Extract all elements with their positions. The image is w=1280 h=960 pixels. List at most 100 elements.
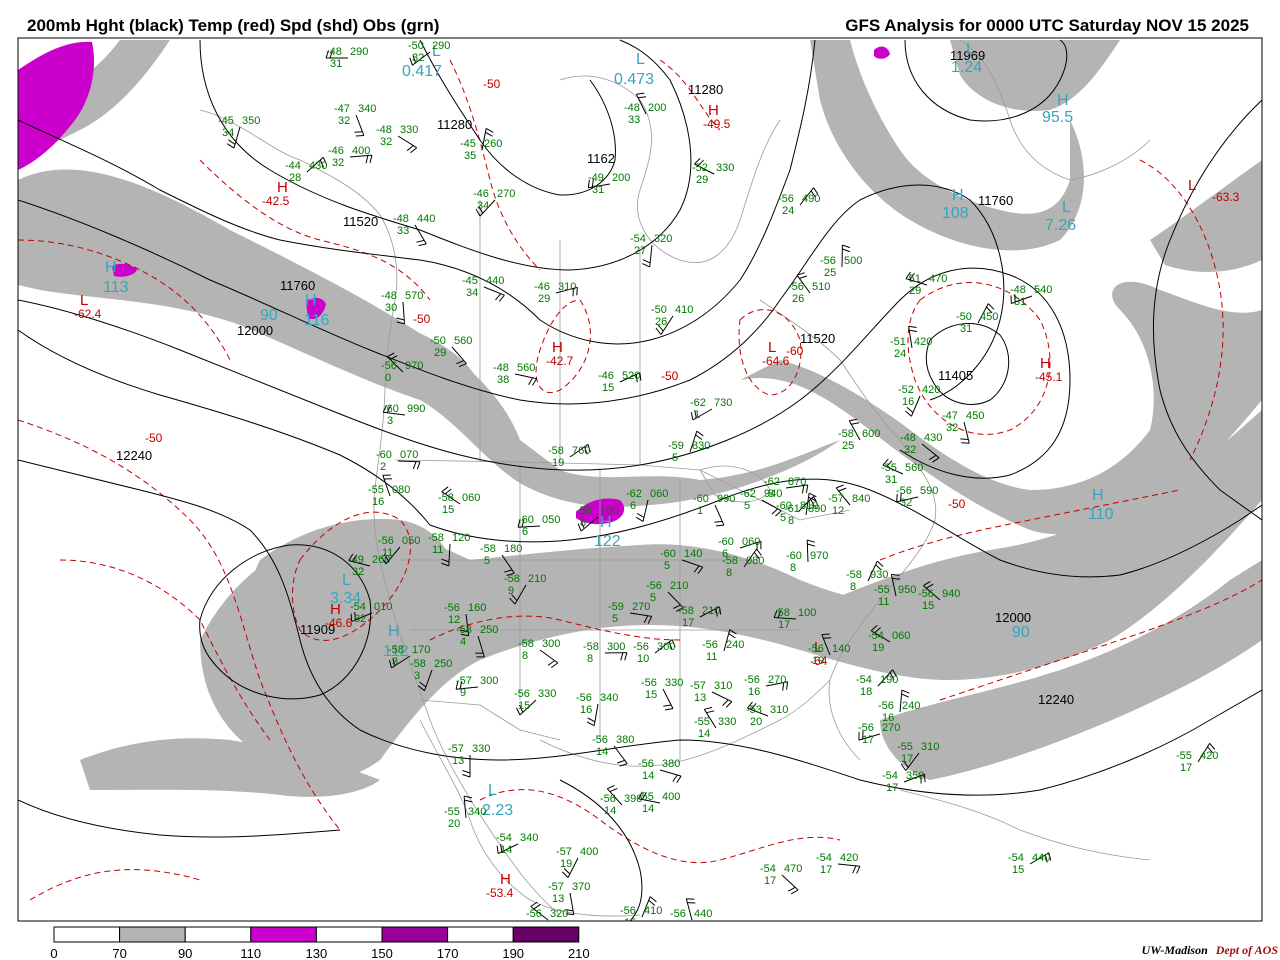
obs-height: 080	[746, 555, 764, 567]
obs-temperature: -48	[493, 362, 509, 374]
credit-department: Dept of AOS	[1215, 943, 1278, 957]
temp-center-value: -63.3	[1212, 190, 1240, 204]
obs-dewpoint-depression: 26	[792, 293, 804, 305]
obs-height: 370	[572, 881, 590, 893]
speed-center-letter: L	[1062, 199, 1071, 216]
obs-temperature: -50	[651, 304, 667, 316]
colorbar-tick-label: 70	[112, 946, 126, 960]
height-label: 12000	[995, 610, 1031, 625]
obs-height: 560	[517, 362, 535, 374]
obs-temperature: -48	[624, 102, 640, 114]
obs-height: 340	[600, 692, 618, 704]
speed-center-letter: H	[105, 259, 117, 276]
obs-temperature: -56	[744, 674, 760, 686]
obs-height: 060	[462, 492, 480, 504]
obs-dewpoint-depression: 2	[380, 461, 386, 473]
obs-temperature: -48	[381, 290, 397, 302]
obs-height: 450	[966, 410, 984, 422]
obs-height: 250	[434, 658, 452, 670]
obs-dewpoint-depression: 16	[748, 686, 760, 698]
obs-height: 490	[802, 193, 820, 205]
obs-dewpoint-depression: 31	[960, 323, 972, 335]
obs-temperature: -56	[514, 688, 530, 700]
obs-temperature: -45	[460, 138, 476, 150]
obs-temperature: -58	[438, 492, 454, 504]
obs-temperature: -46	[473, 188, 489, 200]
obs-height: 380	[616, 734, 634, 746]
obs-temperature: -56	[381, 360, 397, 372]
obs-height: 890	[808, 503, 826, 515]
obs-dewpoint-depression: 5	[664, 560, 670, 572]
obs-temperature: -58	[774, 607, 790, 619]
obs-height: 830	[692, 440, 710, 452]
obs-temperature: -60	[786, 550, 802, 562]
obs-height: 270	[497, 188, 515, 200]
obs-temperature: -48	[326, 46, 342, 58]
obs-temperature: -56	[576, 692, 592, 704]
obs-height: 930	[870, 569, 888, 581]
obs-temperature: -54	[868, 630, 884, 642]
obs-temperature: -57	[828, 493, 844, 505]
obs-height: 560	[905, 462, 923, 474]
obs-temperature: -56	[646, 580, 662, 592]
obs-temperature: -49	[348, 554, 364, 566]
obs-temperature: -56	[896, 485, 912, 497]
obs-height: 200	[612, 172, 630, 184]
wind-barb-flag	[355, 135, 364, 137]
obs-temperature: -50	[408, 40, 424, 52]
obs-temperature: -60	[383, 403, 399, 415]
wind-barb-flag	[350, 613, 353, 622]
obs-temperature: -60	[376, 449, 392, 461]
obs-temperature: -58	[678, 605, 694, 617]
obs-temperature: -56	[878, 700, 894, 712]
obs-dewpoint-depression: 11	[706, 651, 717, 663]
obs-temperature: -47	[942, 410, 958, 422]
obs-temperature: -56	[444, 602, 460, 614]
obs-temperature: -54	[496, 832, 512, 844]
colorbar-segment	[119, 926, 186, 943]
obs-temperature: -58	[480, 543, 496, 555]
speed-center-value: 110	[1088, 506, 1114, 523]
obs-temperature: -56	[858, 722, 874, 734]
obs-dewpoint-depression: 6	[522, 526, 528, 538]
obs-temperature: -56	[702, 639, 718, 651]
temp-center-value: -45.1	[1035, 370, 1063, 384]
obs-temperature: -55	[897, 741, 913, 753]
obs-temperature: -56	[820, 255, 836, 267]
obs-temperature: -52	[692, 162, 708, 174]
obs-temperature: -55	[881, 462, 897, 474]
obs-height: 990	[717, 493, 735, 505]
obs-dewpoint-depression: 32	[904, 444, 916, 456]
obs-dewpoint-depression: 3	[392, 656, 398, 668]
obs-temperature: -54	[856, 674, 872, 686]
wind-barb-flag	[924, 774, 926, 783]
speed-center-value: 122	[594, 533, 621, 550]
speed-center-value: 90	[1012, 624, 1030, 641]
obs-height: 120	[452, 532, 470, 544]
obs-dewpoint-depression: 17	[820, 864, 832, 876]
obs-temperature: -48	[900, 432, 916, 444]
obs-dewpoint-depression: 4	[460, 636, 466, 648]
obs-height: 470	[929, 273, 947, 285]
obs-temperature: -59	[608, 601, 624, 613]
obs-dewpoint-depression: 12	[832, 505, 844, 517]
obs-dewpoint-depression: 5	[484, 555, 490, 567]
speed-center-value: 108	[942, 205, 969, 222]
obs-dewpoint-depression: 17	[682, 617, 694, 629]
obs-height: 340	[468, 806, 486, 818]
obs-dewpoint-depression: 29	[909, 285, 921, 297]
obs-temperature: -53	[746, 704, 762, 716]
speed-center-value: 95.5	[1042, 109, 1073, 126]
obs-temperature: -56	[592, 734, 608, 746]
obs-temperature: -48	[376, 124, 392, 136]
obs-dewpoint-depression: 15	[645, 689, 657, 701]
obs-temperature: -56	[670, 908, 686, 920]
obs-height: 400	[662, 791, 680, 803]
obs-height: 420	[840, 852, 858, 864]
height-label: 12240	[116, 448, 152, 463]
obs-dewpoint-depression: 26	[655, 316, 667, 328]
obs-dewpoint-depression: 14	[642, 770, 654, 782]
obs-dewpoint-depression: 9	[508, 585, 514, 597]
obs-height: 330	[400, 124, 418, 136]
obs-dewpoint-depression: 32	[900, 497, 912, 509]
